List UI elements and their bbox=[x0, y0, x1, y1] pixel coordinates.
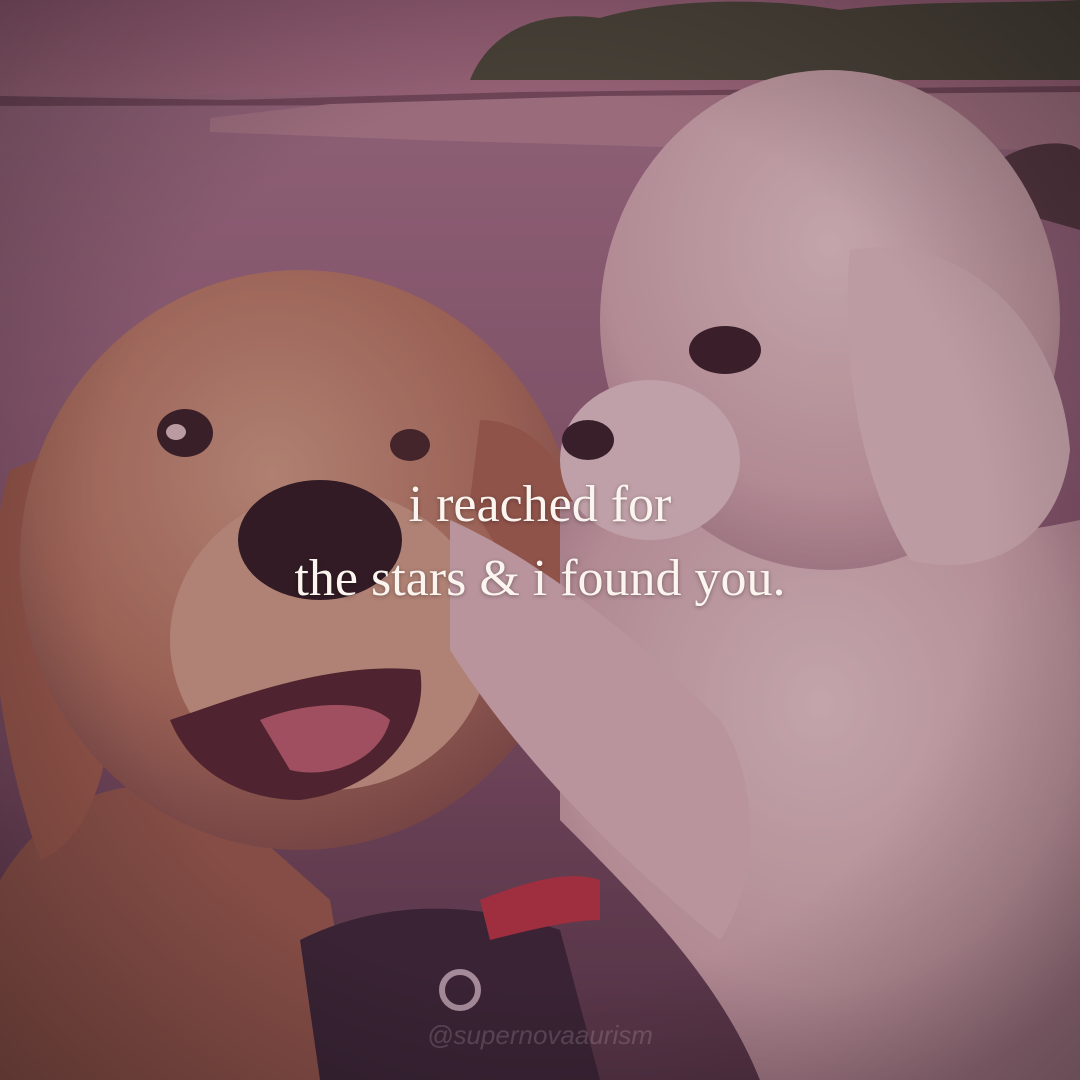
quote-line-1: i reached for bbox=[408, 476, 672, 533]
quote-text: i reached for the stars & i found you. bbox=[0, 468, 1080, 616]
watermark-handle: @supernovaaurism bbox=[427, 1020, 653, 1050]
quote-line-2: the stars & i found you. bbox=[294, 550, 786, 607]
